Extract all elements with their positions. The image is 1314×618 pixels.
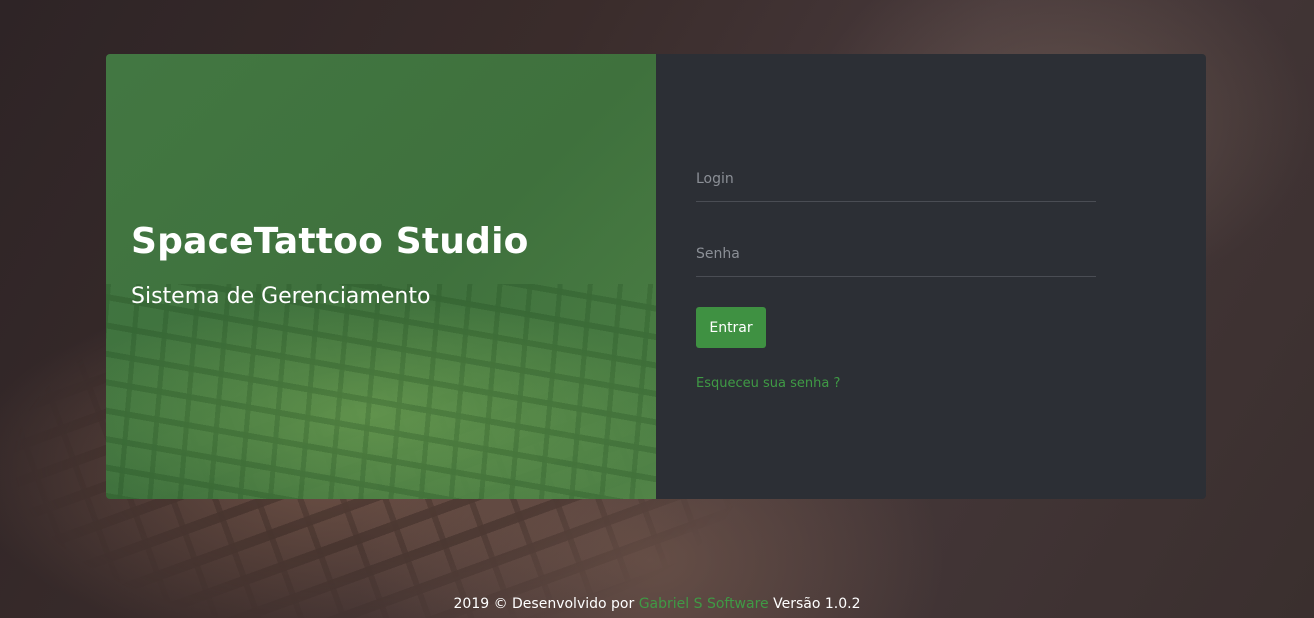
login-input[interactable]: [696, 157, 1096, 201]
brand-panel-texture: [106, 284, 656, 499]
login-field: [696, 157, 1096, 202]
footer: 2019 © Desenvolvido por Gabriel S Softwa…: [0, 596, 1314, 612]
brand-subtitle: Sistema de Gerenciamento: [131, 284, 431, 309]
brand-title: SpaceTattoo Studio: [131, 221, 529, 262]
password-input[interactable]: [696, 232, 1096, 276]
login-card: SpaceTattoo Studio Sistema de Gerenciame…: [106, 54, 1206, 499]
forgot-password-link[interactable]: Esqueceu sua senha ?: [696, 376, 840, 391]
footer-version: Versão 1.0.2: [768, 596, 861, 612]
login-form-panel: Entrar Esqueceu sua senha ?: [656, 54, 1206, 499]
footer-prefix: 2019 © Desenvolvido por: [453, 596, 639, 612]
submit-button[interactable]: Entrar: [696, 307, 766, 348]
developer-link[interactable]: Gabriel S Software: [639, 596, 769, 612]
brand-panel: SpaceTattoo Studio Sistema de Gerenciame…: [106, 54, 656, 499]
password-field: [696, 232, 1096, 277]
